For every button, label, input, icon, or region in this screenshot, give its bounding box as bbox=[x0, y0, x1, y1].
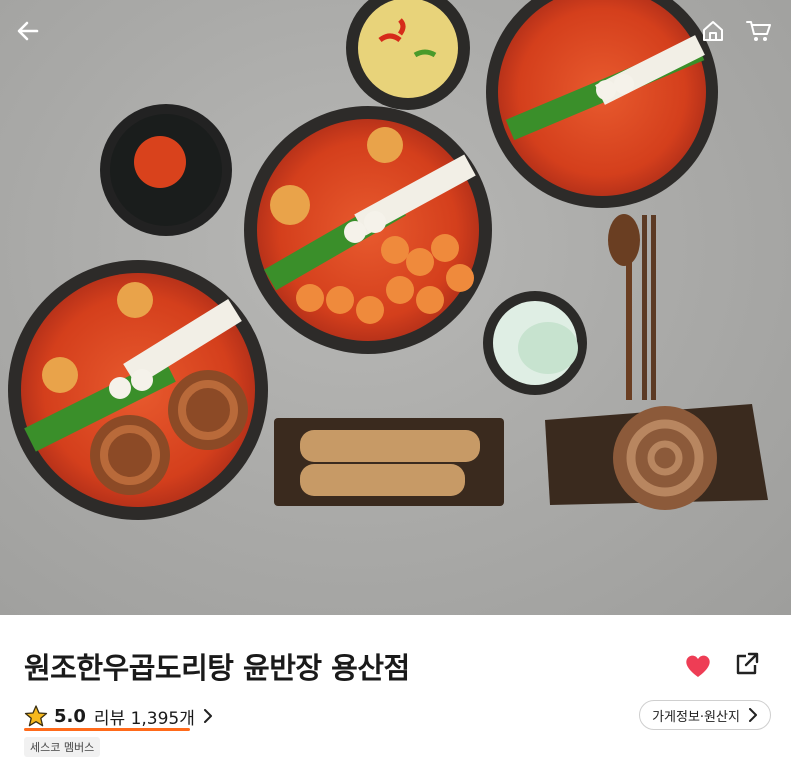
share-icon bbox=[736, 652, 759, 675]
arrow-left-icon bbox=[17, 21, 39, 41]
favorite-button[interactable] bbox=[683, 651, 713, 681]
rating-review-link[interactable]: 5.0 리뷰 1,395개 bbox=[24, 701, 213, 731]
home-icon bbox=[703, 21, 723, 41]
store-info-button[interactable]: 가게정보·원산지 bbox=[639, 700, 771, 730]
food-photo bbox=[8, 0, 768, 520]
cart-button[interactable] bbox=[742, 14, 776, 48]
store-hero-image bbox=[0, 0, 791, 615]
store-info-panel: 원조한우곱도리탕 윤반장 용산점 5.0 리뷰 1,395개 가게정보·원산지 … bbox=[0, 615, 791, 770]
heart-icon bbox=[686, 655, 710, 677]
back-button[interactable] bbox=[11, 14, 45, 48]
rating-score: 5.0 bbox=[54, 705, 86, 727]
share-button[interactable] bbox=[734, 651, 762, 679]
home-button[interactable] bbox=[696, 14, 730, 48]
rating-underline bbox=[24, 728, 190, 731]
star-icon bbox=[24, 705, 48, 727]
member-badge: 세스코 멤버스 bbox=[24, 737, 101, 757]
cart-icon bbox=[746, 21, 771, 41]
chevron-right-icon bbox=[203, 709, 212, 723]
review-count: 리뷰 1,395개 bbox=[93, 708, 195, 729]
chevron-right-icon bbox=[748, 708, 757, 722]
store-name: 원조한우곱도리탕 윤반장 용산점 bbox=[24, 651, 410, 685]
store-info-label: 가게정보·원산지 bbox=[652, 709, 740, 725]
